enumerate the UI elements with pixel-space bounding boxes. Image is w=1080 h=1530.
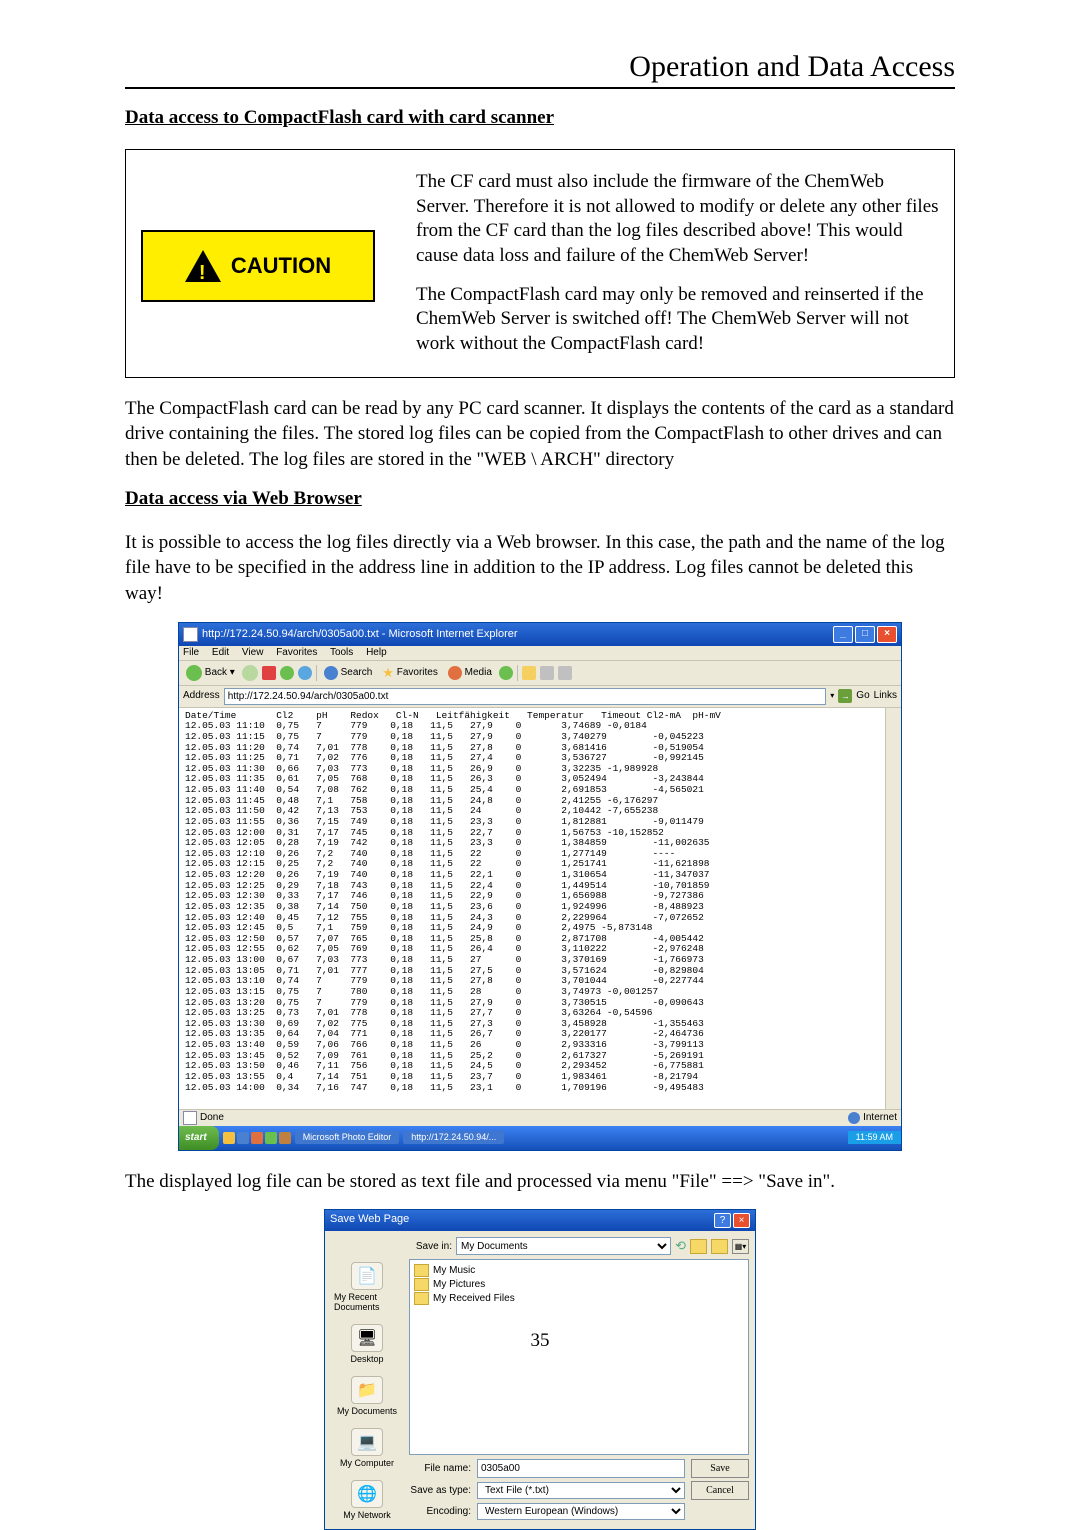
menu-file[interactable]: File — [183, 647, 199, 658]
caution-text-1: The CF card must also include the firmwa… — [416, 170, 939, 269]
caution-text-2: The CompactFlash card may only be remove… — [416, 283, 939, 357]
minimize-button[interactable]: _ — [833, 626, 853, 643]
taskbar-item-photo[interactable]: Microsoft Photo Editor — [295, 1131, 400, 1144]
print-button[interactable] — [540, 666, 554, 680]
menu-help[interactable]: Help — [366, 647, 387, 658]
caution-label: CAUTION — [231, 252, 331, 281]
save-button[interactable]: Save — [691, 1459, 749, 1478]
filename-label: File name: — [409, 1463, 471, 1474]
log-data-rows: 12.05.03 11:10 0,75 7 779 0,18 11,5 27,9… — [185, 720, 710, 1092]
start-button[interactable]: start — [179, 1126, 219, 1150]
home-button[interactable] — [298, 666, 312, 680]
ie-page-icon — [183, 627, 198, 642]
section-web-title: Data access via Web Browser — [125, 488, 955, 510]
place-mynetwork[interactable]: 🌐My Network — [331, 1477, 403, 1523]
refresh-button[interactable] — [280, 666, 294, 680]
encoding-select[interactable]: Western European (Windows) — [477, 1503, 685, 1520]
zone-icon — [848, 1112, 860, 1124]
mail-button[interactable] — [522, 666, 536, 680]
save-close-button[interactable]: × — [733, 1213, 750, 1228]
forward-button[interactable] — [242, 665, 258, 681]
savein-label: Save in: — [407, 1241, 452, 1252]
encoding-label: Encoding: — [409, 1506, 471, 1517]
taskbar-item-ie[interactable]: http://172.24.50.94/... — [403, 1131, 504, 1144]
ie-menubar: File Edit View Favorites Tools Help — [179, 646, 901, 661]
stop-button[interactable] — [262, 666, 276, 680]
folder-item[interactable]: My Received Files — [414, 1292, 744, 1305]
save-titlebar: Save Web Page ? × — [325, 1210, 755, 1231]
warning-triangle-icon — [185, 250, 221, 282]
cancel-button[interactable]: Cancel — [691, 1481, 749, 1500]
ql-icon[interactable] — [279, 1132, 291, 1144]
place-mydocs[interactable]: 📁My Documents — [331, 1373, 403, 1419]
address-label: Address — [183, 691, 220, 701]
save-title-text: Save Web Page — [330, 1213, 714, 1228]
ie-title-text: http://172.24.50.94/arch/0305a00.txt - M… — [202, 629, 831, 640]
status-icon — [183, 1111, 197, 1125]
zone-text: Internet — [863, 1113, 897, 1123]
new-folder-icon[interactable] — [711, 1239, 728, 1254]
places-sidebar: 📄My Recent Documents 🖥Desktop 📁My Docume… — [331, 1259, 403, 1523]
status-text: Done — [200, 1113, 848, 1123]
folder-item[interactable]: My Music — [414, 1264, 744, 1277]
edit-button[interactable] — [558, 666, 572, 680]
search-button[interactable]: Search — [321, 665, 375, 681]
help-button[interactable]: ? — [714, 1213, 731, 1228]
address-input[interactable] — [224, 688, 827, 705]
folder-item[interactable]: My Pictures — [414, 1278, 744, 1291]
place-mycomputer[interactable]: 💻My Computer — [331, 1425, 403, 1471]
page-number: 35 — [0, 1330, 1080, 1352]
type-label: Save as type: — [409, 1485, 471, 1496]
savein-select[interactable]: My Documents — [456, 1237, 671, 1255]
caution-sign: CAUTION — [141, 230, 375, 302]
up-folder-icon[interactable] — [690, 1239, 707, 1254]
menu-view[interactable]: View — [242, 647, 264, 658]
menu-edit[interactable]: Edit — [212, 647, 229, 658]
favorites-button[interactable]: ★ Favorites — [379, 665, 441, 680]
section-cf-title: Data access to CompactFlash card with ca… — [125, 107, 955, 129]
back-nav-icon[interactable]: ⟲ — [675, 1238, 686, 1254]
menu-favorites[interactable]: Favorites — [276, 647, 317, 658]
system-tray[interactable]: 11:59 AM — [848, 1131, 901, 1144]
ql-icon[interactable] — [223, 1132, 235, 1144]
menu-tools[interactable]: Tools — [330, 647, 353, 658]
save-dialog: Save Web Page ? × Save in: My Documents … — [324, 1209, 756, 1530]
file-list[interactable]: My Music My Pictures My Received Files — [409, 1259, 749, 1455]
ie-toolbar: Back ▾ Search ★ Favorites Media — [179, 661, 901, 686]
maximize-button[interactable]: □ — [855, 626, 875, 643]
view-menu-icon[interactable]: ▦▾ — [732, 1239, 749, 1254]
back-button[interactable]: Back ▾ — [183, 664, 238, 682]
caution-box: CAUTION The CF card must also include th… — [125, 149, 955, 378]
ql-icon[interactable] — [237, 1132, 249, 1144]
scrollbar[interactable] — [885, 708, 901, 1109]
ql-icon[interactable] — [251, 1132, 263, 1144]
ie-status-bar: Done Internet — [179, 1109, 901, 1126]
log-headers: Date/Time Cl2 pH Redox Cl-N Leitfähigkei… — [185, 710, 721, 721]
save-description: The displayed log file can be stored as … — [125, 1169, 955, 1195]
media-button[interactable]: Media — [445, 665, 495, 681]
cf-body-text: The CompactFlash card can be read by any… — [125, 396, 955, 473]
links-label[interactable]: Links — [874, 691, 897, 701]
place-recent[interactable]: 📄My Recent Documents — [331, 1259, 403, 1315]
go-button[interactable]: → — [838, 689, 852, 703]
filename-input[interactable] — [477, 1459, 685, 1478]
ql-icon[interactable] — [265, 1132, 277, 1144]
web-body-text: It is possible to access the log files d… — [125, 530, 955, 607]
type-select[interactable]: Text File (*.txt) — [477, 1482, 685, 1499]
go-label: Go — [856, 691, 869, 701]
ie-window: http://172.24.50.94/arch/0305a00.txt - M… — [178, 622, 902, 1151]
history-button[interactable] — [499, 666, 513, 680]
page-header: Operation and Data Access — [125, 50, 955, 89]
ie-titlebar: http://172.24.50.94/arch/0305a00.txt - M… — [179, 623, 901, 646]
close-button[interactable]: × — [877, 626, 897, 643]
ie-address-bar: Address ▾ →Go Links — [179, 686, 901, 708]
ie-content-area: Date/Time Cl2 pH Redox Cl-N Leitfähigkei… — [179, 708, 901, 1109]
taskbar: start Microsoft Photo Editor http://172.… — [179, 1126, 901, 1150]
